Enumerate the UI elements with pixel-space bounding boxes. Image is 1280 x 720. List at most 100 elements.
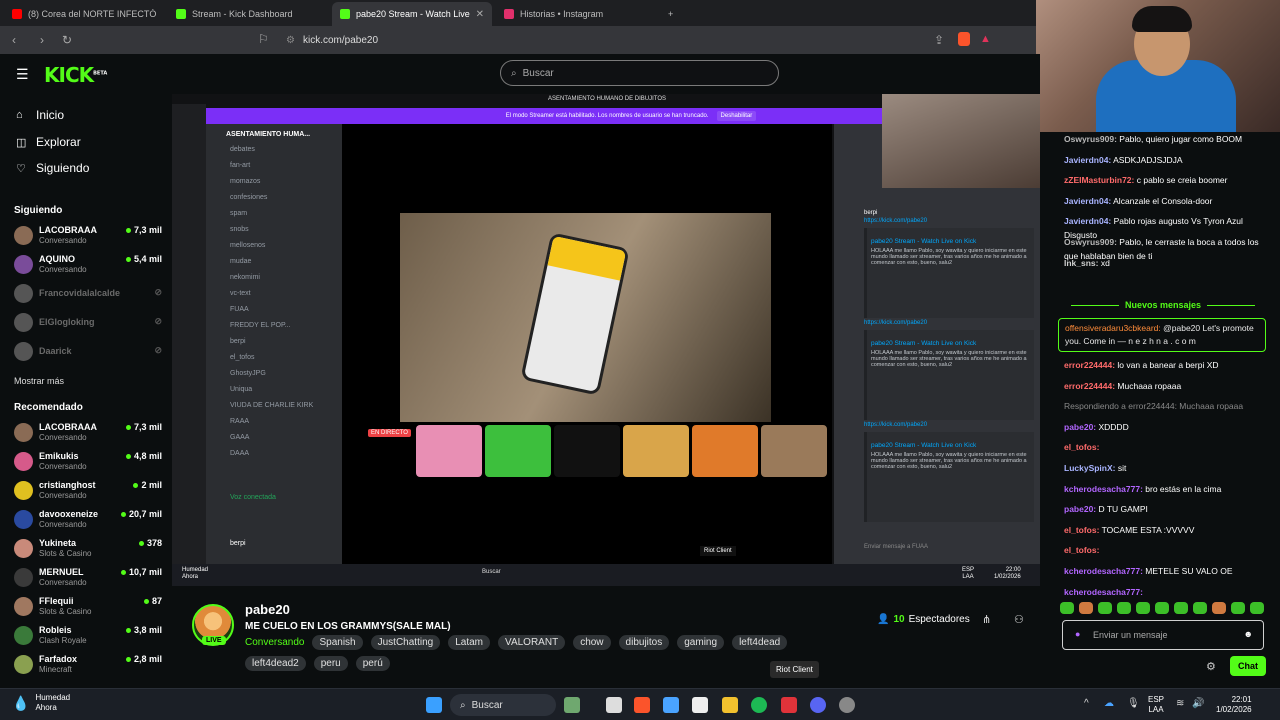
sidebar-channel[interactable]: LACOBRAAA Conversando 7,3 mil <box>14 224 164 250</box>
discord-channel[interactable]: mellosenos <box>230 242 265 249</box>
send-chat-button[interactable]: Chat <box>1230 656 1266 676</box>
chat-username[interactable]: Oswyrus909: <box>1064 134 1117 144</box>
reload-icon[interactable]: ↻ <box>62 33 78 47</box>
discord-channel[interactable]: fan-art <box>230 162 250 169</box>
widget-icon[interactable] <box>564 697 580 713</box>
participant-tile[interactable] <box>623 425 689 477</box>
chat-username[interactable]: error224444: <box>1064 360 1115 370</box>
participant-tile[interactable] <box>485 425 551 477</box>
chat-username[interactable]: Oswyrus909: <box>1064 237 1117 247</box>
discord-channel[interactable]: FUAA <box>230 306 249 313</box>
new-tab-button[interactable]: + <box>660 2 681 26</box>
menu-icon[interactable]: ☰ <box>16 66 29 83</box>
link-embed[interactable]: pabe20 Stream - Watch Live on Kick HOLAAA… <box>864 432 1034 522</box>
sidebar-channel[interactable]: FFlequii Slots & Casino 87 <box>14 595 164 621</box>
chat-username[interactable]: pabe20: <box>1064 504 1096 514</box>
discord-channel[interactable]: FREDDY EL POP... <box>230 322 291 329</box>
discord-channel[interactable]: VIUDA DE CHARLIE KIRK <box>230 402 313 409</box>
chat-username[interactable]: zZEIMasturbin72: <box>1064 175 1134 185</box>
discord-channel[interactable]: nekomimi <box>230 274 260 281</box>
tag-chip[interactable]: JustChatting <box>370 635 441 650</box>
link-embed[interactable]: pabe20 Stream - Watch Live on Kick HOLAAA… <box>864 228 1034 318</box>
chat-username[interactable]: el_tofos: <box>1064 525 1099 535</box>
chat-username[interactable]: el_tofos: <box>1064 545 1099 555</box>
brave-shield-icon[interactable] <box>958 32 970 46</box>
chat-input[interactable]: ● Enviar un mensaje ☻ <box>1062 620 1264 650</box>
chat-username[interactable]: error224444: <box>1064 381 1115 391</box>
discord-channel[interactable]: spam <box>230 210 247 217</box>
sidebar-channel[interactable]: Farfadox Minecraft 2,8 mil <box>14 653 164 679</box>
link-embed[interactable]: pabe20 Stream - Watch Live on Kick HOLAAA… <box>864 330 1034 420</box>
sidebar-channel[interactable]: MERNUEL Conversando 10,7 mil <box>14 566 164 592</box>
discord-channel[interactable]: GAAA <box>230 434 249 441</box>
discord-channel[interactable]: snobs <box>230 226 249 233</box>
emote-bar[interactable] <box>1060 602 1268 616</box>
participant-tile[interactable] <box>761 425 827 477</box>
file-explorer-icon[interactable] <box>722 697 738 713</box>
settings-icon[interactable] <box>839 697 855 713</box>
sidebar-channel[interactable]: AQUINO Conversando 5,4 mil <box>14 253 164 279</box>
language-indicator[interactable]: ESP LAA <box>1148 695 1164 715</box>
participant-tile[interactable] <box>416 425 482 477</box>
tag-chip[interactable]: chow <box>573 635 611 650</box>
participant-tile[interactable] <box>554 425 620 477</box>
emoji-icon[interactable]: ☻ <box>1244 629 1253 639</box>
volume-icon[interactable]: 🔊 <box>1192 698 1204 709</box>
chat-username[interactable]: Javierdn04: <box>1064 196 1111 206</box>
forward-icon[interactable]: › <box>40 33 56 47</box>
chat-username[interactable]: pabe20: <box>1064 422 1096 432</box>
task-view-icon[interactable] <box>606 697 622 713</box>
brave-rewards-icon[interactable]: ▲ <box>980 33 991 45</box>
nav-inicio[interactable]: ⌂ Inicio <box>16 108 64 122</box>
chat-username[interactable]: Javierdn04: <box>1064 216 1111 226</box>
tag-chip[interactable]: Spanish <box>312 635 363 650</box>
store-icon[interactable] <box>692 697 708 713</box>
discord-icon[interactable] <box>810 697 826 713</box>
tab-instagram[interactable]: Historias • Instagram <box>496 2 656 26</box>
close-tab-icon[interactable]: ✕ <box>476 9 484 20</box>
discord-channel[interactable]: berpi <box>230 338 246 345</box>
discord-channel[interactable]: debates <box>230 146 255 153</box>
back-icon[interactable]: ‹ <box>12 33 28 47</box>
windows-start-icon[interactable] <box>426 697 442 713</box>
tag-chip[interactable]: gaming <box>677 635 725 650</box>
tab-kick-dashboard[interactable]: Stream - Kick Dashboard <box>168 2 328 26</box>
tag-chip[interactable]: Latam <box>448 635 491 650</box>
show-more-link[interactable]: Mostrar más <box>14 376 64 386</box>
taskbar-search[interactable]: ⌕ Buscar <box>450 694 556 716</box>
tab-youtube[interactable]: (8) Corea del NORTE INFECTÓ Play St <box>4 2 164 26</box>
disable-streamer-button[interactable]: Deshabilitar <box>716 111 757 121</box>
copilot-icon[interactable] <box>663 697 679 713</box>
tag-chip[interactable]: left4dead2 <box>245 656 306 671</box>
wifi-icon[interactable]: ≋ <box>1176 698 1184 709</box>
discord-channel[interactable]: momazos <box>230 178 260 185</box>
chat-settings-icon[interactable]: ⚙ <box>1206 660 1216 673</box>
share-icon[interactable]: ⇪ <box>934 33 944 47</box>
sidebar-channel[interactable]: cristianghost Conversando 2 mil <box>14 479 164 505</box>
kick-logo[interactable]: KICKBETA <box>44 63 107 87</box>
discord-channel[interactable]: confesiones <box>230 194 267 201</box>
chat-username[interactable]: el_tofos: <box>1064 442 1099 452</box>
sidebar-channel[interactable]: Emikukis Conversando 4,8 mil <box>14 450 164 476</box>
search-input[interactable]: ⌕ Buscar <box>500 60 779 86</box>
chat-username[interactable]: kcherodesacha777: <box>1064 587 1143 597</box>
tray-chevron-icon[interactable]: ^ <box>1084 698 1089 709</box>
nav-siguiendo[interactable]: ♡ Siguiendo <box>16 161 89 175</box>
sidebar-channel[interactable]: Daarick ⊘ <box>14 340 164 366</box>
weather-widget[interactable]: 💧 Humedad Ahora <box>12 693 70 713</box>
sidebar-channel[interactable]: ElGlogloking ⊘ <box>14 311 164 337</box>
tag-chip[interactable]: perú <box>355 656 390 671</box>
participant-tile[interactable] <box>692 425 758 477</box>
tray-app-icon[interactable]: ☁ <box>1104 698 1114 709</box>
nav-explorar[interactable]: ◫ Explorar <box>16 135 81 149</box>
chat-username[interactable]: Ink_sns: <box>1064 258 1099 268</box>
brave-icon[interactable] <box>634 697 650 713</box>
tag-chip[interactable]: left4dead <box>732 635 788 650</box>
discord-channel[interactable]: RAAA <box>230 418 249 425</box>
sidebar-channel[interactable]: Yukineta Slots & Casino 378 <box>14 537 164 563</box>
chat-username[interactable]: LuckySpinX: <box>1064 463 1115 473</box>
tab-pabe20-stream[interactable]: pabe20 Stream - Watch Live o ✕ <box>332 2 492 26</box>
chat-username[interactable]: kcherodesacha777: <box>1064 484 1143 494</box>
tag-chip[interactable]: dibujitos <box>618 635 670 650</box>
discord-channel[interactable]: GhostyJPG <box>230 370 266 377</box>
